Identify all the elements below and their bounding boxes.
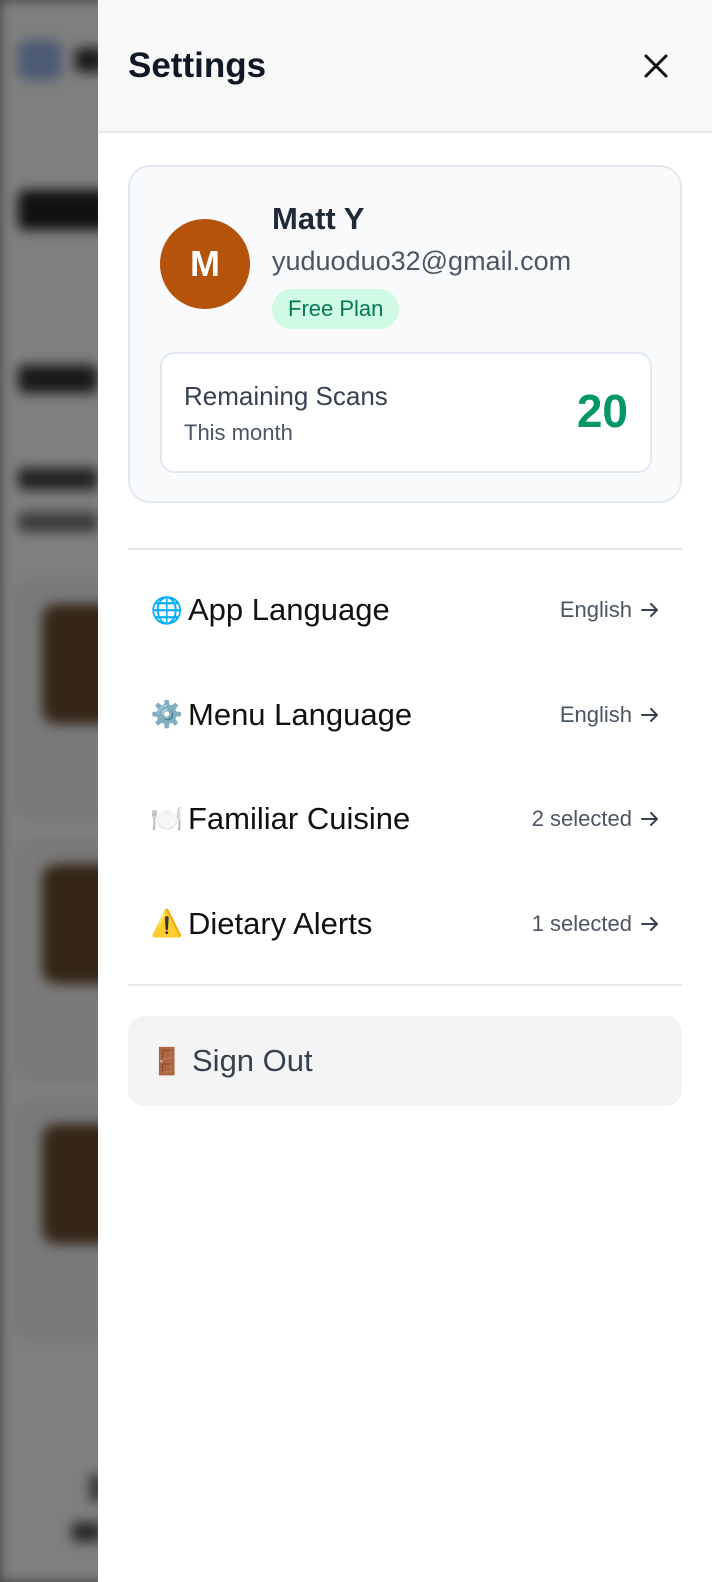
close-icon — [644, 54, 668, 77]
user-email: yuduoduo32@gmail.com — [272, 246, 572, 276]
setting-menu-language[interactable]: ⚙️ Menu Language English — [128, 663, 682, 768]
setting-familiar-cuisine[interactable]: 🍽️ Familiar Cuisine 2 selected — [128, 767, 682, 872]
sign-out-label: Sign Out — [192, 1043, 313, 1078]
setting-label: Familiar Cuisine — [188, 801, 411, 837]
gear-icon: ⚙️ — [150, 699, 184, 730]
remaining-scans-count: 20 — [576, 385, 628, 437]
arrow-right-icon — [640, 600, 660, 620]
remaining-scans-period: This month — [184, 420, 293, 445]
arrow-right-icon — [640, 914, 660, 934]
divider — [128, 984, 682, 986]
settings-drawer: Settings M Matt Y yuduoduo32@gmail.com F… — [98, 0, 712, 1582]
setting-label: Menu Language — [188, 696, 413, 732]
close-button[interactable] — [636, 46, 676, 86]
user-name: Matt Y — [272, 201, 365, 236]
setting-app-language[interactable]: 🌐 App Language English — [128, 558, 682, 663]
globe-icon: 🌐 — [150, 594, 184, 625]
door-icon: 🚪 — [150, 1045, 184, 1076]
sign-out-button[interactable]: 🚪 Sign Out — [128, 1016, 682, 1106]
setting-value: 1 selected — [532, 911, 660, 937]
setting-value: English — [560, 597, 660, 623]
settings-list: 🌐 App Language English ⚙️ Menu Language … — [98, 550, 712, 984]
setting-label: Dietary Alerts — [188, 905, 373, 941]
arrow-right-icon — [640, 705, 660, 725]
remaining-scans-label: Remaining Scans — [184, 381, 388, 411]
remaining-scans-box: Remaining Scans This month 20 — [160, 352, 652, 473]
avatar: M — [160, 219, 250, 309]
setting-dietary-alerts[interactable]: ⚠️ Dietary Alerts 1 selected — [128, 872, 682, 977]
warning-icon: ⚠️ — [150, 908, 184, 939]
drawer-title: Settings — [128, 45, 267, 85]
plan-badge: Free Plan — [272, 289, 400, 329]
setting-value: English — [560, 702, 660, 728]
drawer-header: Settings — [98, 0, 712, 133]
setting-label: App Language — [188, 592, 390, 628]
arrow-right-icon — [640, 809, 660, 829]
plate-icon: 🍽️ — [150, 803, 184, 834]
setting-value: 2 selected — [532, 806, 660, 832]
profile-card: M Matt Y yuduoduo32@gmail.com Free Plan … — [128, 165, 682, 503]
